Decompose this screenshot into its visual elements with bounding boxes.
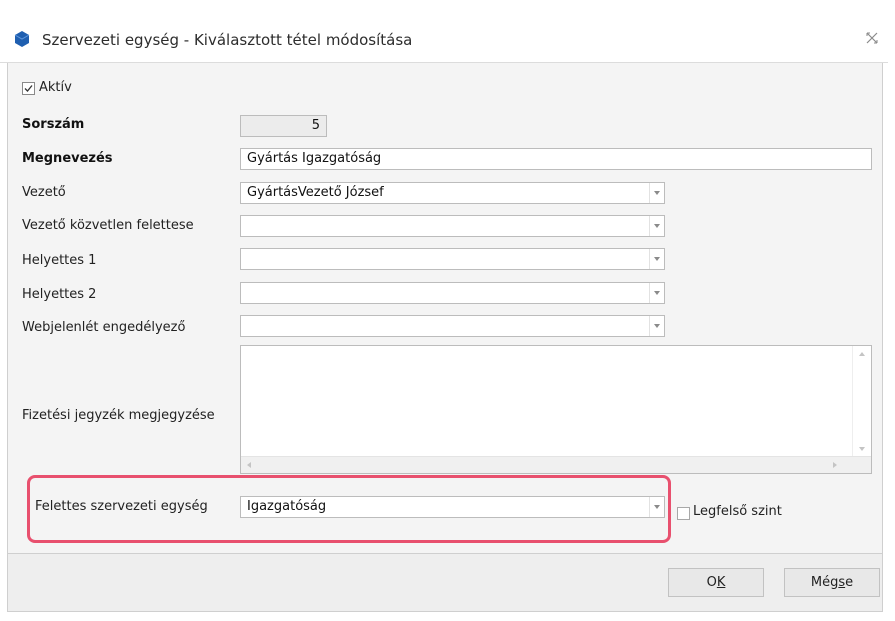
legfelso-checkbox[interactable] <box>677 507 690 520</box>
helyettes1-label: Helyettes 1 <box>22 253 97 268</box>
chevron-down-icon[interactable] <box>649 216 664 236</box>
fizetesi-label: Fizetési jegyzék megjegyzése <box>22 408 215 423</box>
chevron-down-icon[interactable] <box>649 183 664 203</box>
helyettes1-combo[interactable] <box>240 248 665 270</box>
chevron-down-icon[interactable] <box>649 316 664 336</box>
megnevezes-label: Megnevezés <box>22 151 113 166</box>
window-title: Szervezeti egység - Kiválasztott tétel m… <box>42 31 413 49</box>
check-icon <box>24 85 33 92</box>
app-icon <box>14 31 30 47</box>
sorszam-label: Sorszám <box>22 117 85 132</box>
vezeto-value: GyártásVezető József <box>247 185 384 200</box>
megnevezes-input[interactable]: Gyártás Igazgatóság <box>240 148 872 170</box>
chevron-down-icon[interactable] <box>649 497 664 517</box>
vezeto-felettese-combo[interactable] <box>240 215 665 237</box>
ok-label-prefix: O <box>706 575 717 590</box>
vertical-scrollbar[interactable] <box>852 346 871 456</box>
scroll-arrows-icon <box>247 462 837 468</box>
cancel-label-prefix: Még <box>810 575 839 590</box>
form-area <box>7 63 883 553</box>
legfelso-label: Legfelső szint <box>693 504 782 519</box>
helyettes2-label: Helyettes 2 <box>22 287 97 302</box>
ok-button[interactable]: OK <box>668 568 764 597</box>
sorszam-field: 5 <box>240 115 327 137</box>
active-label: Aktív <box>39 80 72 95</box>
felettes-combo[interactable]: Igazgatóság <box>240 496 665 518</box>
horizontal-scrollbar[interactable] <box>241 456 871 473</box>
chevron-down-icon[interactable] <box>649 249 664 269</box>
felettes-label: Felettes szervezeti egység <box>35 499 208 514</box>
title-bar: Szervezeti egység - Kiválasztott tétel m… <box>0 18 888 63</box>
webjelenlet-label: Webjelenlét engedélyező <box>22 320 186 335</box>
ok-label-accel: K <box>716 575 726 590</box>
vezeto-label: Vezető <box>22 185 66 200</box>
helyettes2-combo[interactable] <box>240 282 665 304</box>
vezeto-combo[interactable]: GyártásVezető József <box>240 182 665 204</box>
cancel-label-suffix: e <box>845 575 854 590</box>
close-icon[interactable] <box>864 30 880 46</box>
scroll-arrows-icon <box>859 352 865 451</box>
active-checkbox[interactable] <box>22 82 35 95</box>
chevron-down-icon[interactable] <box>649 283 664 303</box>
vezeto-felettese-label: Vezető közvetlen felettese <box>22 218 194 233</box>
cancel-button[interactable]: Mégse <box>784 568 880 597</box>
webjelenlet-combo[interactable] <box>240 315 665 337</box>
fizetesi-memo[interactable] <box>240 345 872 474</box>
felettes-value: Igazgatóság <box>247 499 327 514</box>
